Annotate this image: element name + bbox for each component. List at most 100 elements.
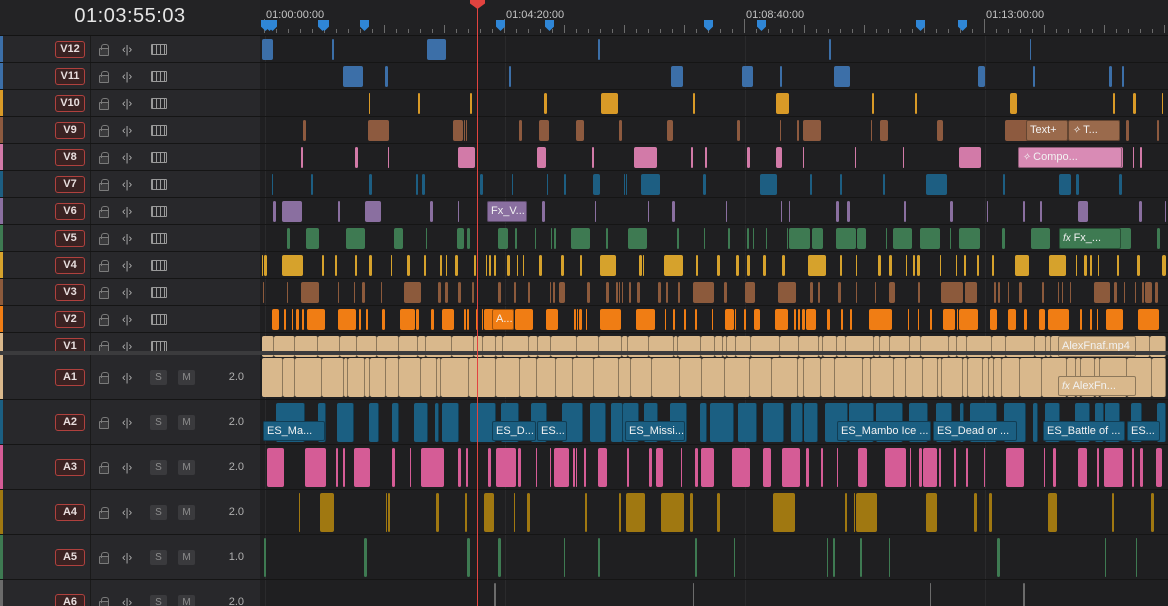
lock-icon[interactable] [99, 552, 109, 564]
clip[interactable] [1033, 403, 1038, 442]
clip[interactable] [829, 39, 831, 60]
clip[interactable] [696, 255, 698, 276]
clip[interactable] [494, 583, 496, 606]
clip[interactable] [827, 538, 828, 577]
track-lane-v7[interactable] [260, 171, 1168, 198]
clip[interactable] [1106, 309, 1123, 330]
clip[interactable] [913, 255, 915, 276]
clip[interactable] [1098, 255, 1099, 276]
clip[interactable] [835, 358, 863, 397]
film-strip-icon[interactable] [151, 152, 167, 163]
clip[interactable] [414, 403, 428, 442]
clip[interactable] [705, 147, 707, 168]
clip[interactable] [1122, 66, 1124, 87]
clip[interactable] [400, 309, 415, 330]
clip[interactable] [904, 201, 906, 222]
clip[interactable] [431, 309, 434, 330]
clip[interactable] [915, 93, 917, 114]
clip[interactable] [600, 309, 621, 330]
clip[interactable] [994, 358, 1002, 397]
clip[interactable] [626, 493, 645, 532]
clip[interactable] [735, 309, 736, 330]
clip[interactable] [818, 282, 820, 303]
clip[interactable] [515, 309, 533, 330]
lock-icon[interactable] [99, 44, 109, 56]
clip[interactable] [430, 201, 433, 222]
clip[interactable] [883, 174, 885, 195]
clip[interactable] [856, 255, 857, 276]
clip[interactable] [738, 403, 757, 442]
clip[interactable] [564, 174, 566, 195]
clip[interactable] [690, 493, 693, 532]
track-header-v11[interactable]: V11 ‹|› [0, 63, 260, 90]
clip[interactable] [386, 358, 399, 397]
clip[interactable] [940, 255, 941, 276]
clip[interactable] [1137, 255, 1140, 276]
clip[interactable] [836, 201, 839, 222]
clip[interactable] [546, 309, 558, 330]
film-strip-icon[interactable] [151, 260, 167, 271]
mute-button[interactable]: M [178, 460, 195, 475]
clip[interactable] [827, 309, 830, 330]
clip[interactable] [893, 228, 912, 249]
clip[interactable] [539, 120, 549, 141]
clip[interactable] [1084, 255, 1087, 276]
clip[interactable] [959, 309, 978, 330]
clip[interactable] [745, 282, 755, 303]
film-strip-icon[interactable] [151, 179, 167, 190]
clip[interactable] [576, 448, 577, 487]
clip[interactable] [1135, 282, 1136, 303]
auto-select-icon[interactable]: ‹|› [122, 178, 132, 192]
clip[interactable] [1008, 282, 1009, 303]
clip[interactable] [458, 448, 461, 487]
clip[interactable] [466, 120, 467, 141]
clip[interactable] [553, 282, 555, 303]
clip[interactable] [763, 255, 766, 276]
track-id-badge[interactable]: V6 [55, 203, 85, 220]
auto-select-icon[interactable]: ‹|› [122, 151, 132, 165]
clip[interactable] [702, 358, 725, 397]
clip[interactable] [772, 358, 798, 397]
clip[interactable] [812, 228, 823, 249]
clip[interactable] [965, 282, 977, 303]
clip[interactable] [381, 282, 382, 303]
clip[interactable] [590, 403, 606, 442]
clip[interactable] [987, 201, 988, 222]
clip[interactable] [821, 448, 823, 487]
clip[interactable] [637, 282, 640, 303]
clip[interactable] [998, 282, 1000, 303]
clip[interactable] [544, 93, 547, 114]
clip[interactable] [296, 309, 299, 330]
clip[interactable] [734, 538, 735, 577]
film-strip-icon[interactable] [151, 71, 167, 82]
clip[interactable] [1155, 282, 1158, 303]
film-strip-icon[interactable] [151, 206, 167, 217]
clip[interactable] [601, 93, 618, 114]
clip[interactable] [942, 358, 963, 397]
clip[interactable] [284, 309, 286, 330]
clip[interactable] [295, 358, 322, 397]
solo-button[interactable]: S [150, 460, 167, 475]
clip[interactable] [966, 448, 968, 487]
clip[interactable] [287, 282, 288, 303]
clip[interactable] [717, 255, 720, 276]
clip[interactable] [1039, 309, 1045, 330]
clip[interactable] [1053, 448, 1056, 487]
clip[interactable] [424, 255, 426, 276]
clip[interactable] [619, 358, 631, 397]
clip[interactable] [580, 255, 582, 276]
clip[interactable] [918, 309, 919, 330]
clip[interactable] [303, 120, 306, 141]
clip[interactable] [1059, 174, 1071, 195]
clip[interactable] [416, 309, 419, 330]
clip[interactable] [821, 358, 835, 397]
clip[interactable] [1104, 448, 1123, 487]
clip[interactable] [365, 201, 381, 222]
clip[interactable] [789, 228, 810, 249]
clip[interactable] [594, 358, 619, 397]
clip[interactable] [418, 93, 420, 114]
clip-label[interactable]: ES... [537, 421, 567, 441]
clip[interactable] [1033, 66, 1035, 87]
clip[interactable] [869, 309, 892, 330]
track-id-badge[interactable]: V4 [55, 257, 85, 274]
